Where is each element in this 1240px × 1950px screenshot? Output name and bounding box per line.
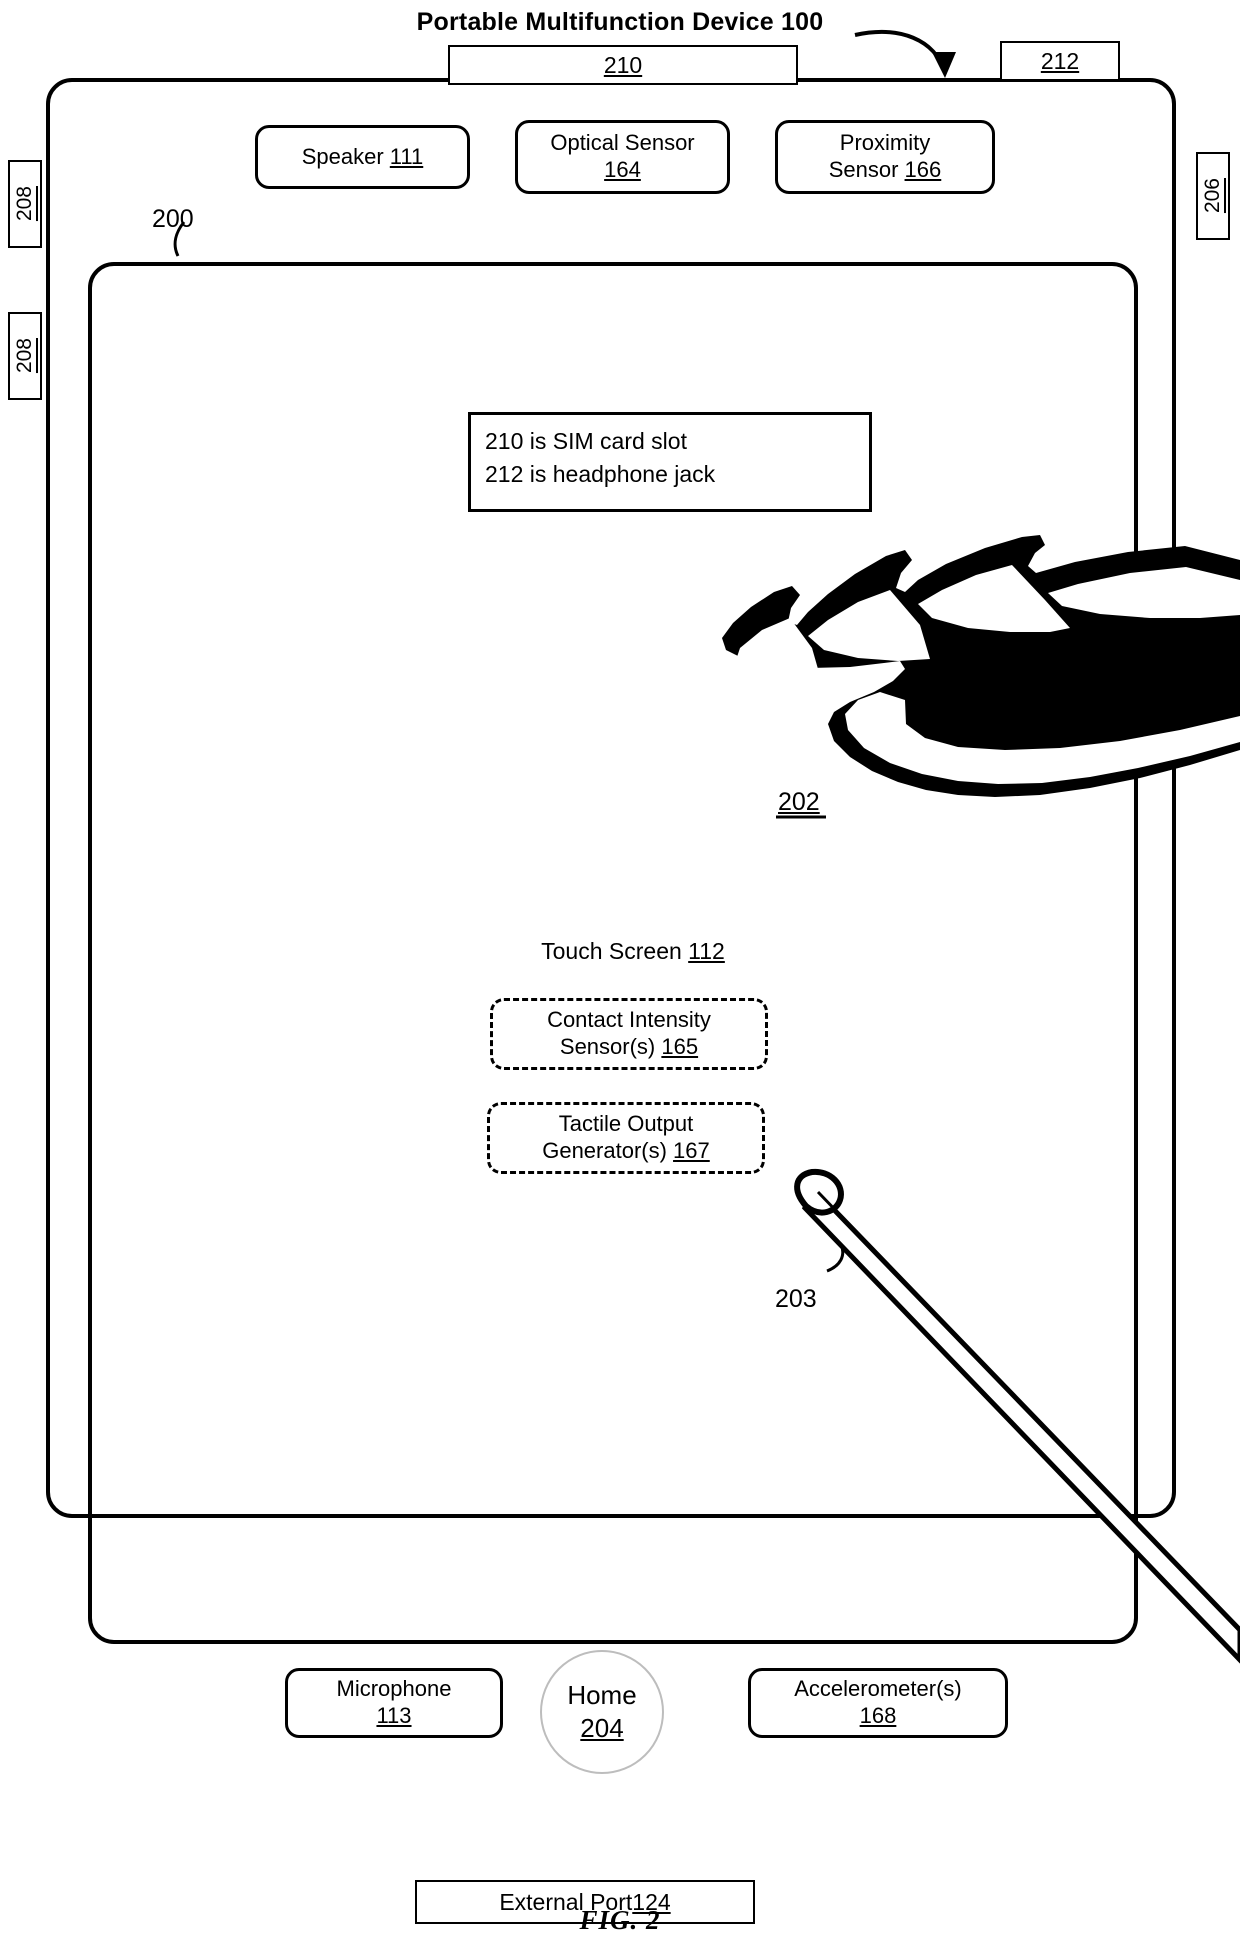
side-tab-208-upper: 208 <box>8 160 42 248</box>
microphone-number: 113 <box>376 1703 412 1728</box>
touch-screen-label: Touch Screen 112 <box>508 938 758 965</box>
tactile-output-line2: Generator(s) <box>542 1138 674 1163</box>
touch-screen-label-text: Touch Screen <box>541 938 689 964</box>
microphone-callout: Microphone 113 <box>285 1668 503 1738</box>
reference-numeral-202: 202 <box>778 788 820 816</box>
title-leader-line <box>854 29 947 73</box>
proximity-sensor-label-line1: Proximity <box>839 130 931 156</box>
contact-intensity-sensor-callout: Contact Intensity Sensor(s) 165 <box>490 998 768 1070</box>
speaker-callout: Speaker 111 <box>255 125 470 189</box>
side-tab-208-lower-label: 208 <box>13 338 36 374</box>
optical-sensor-number: 164 <box>604 157 641 182</box>
tactile-output-line1: Tactile Output <box>558 1111 694 1137</box>
headphone-jack-tab: 212 <box>1000 41 1120 81</box>
note-line-1: 210 is SIM card slot <box>485 428 687 454</box>
figure-page: Portable Multifunction Device 100 210 21… <box>0 0 1240 1950</box>
side-tab-206-label: 206 <box>1201 178 1224 214</box>
accelerometer-number: 168 <box>859 1703 897 1728</box>
proximity-sensor-label-line2: Sensor <box>828 157 905 182</box>
figure-title: Portable Multifunction Device 100 <box>416 8 824 36</box>
reference-numeral-200: 200 <box>152 205 194 233</box>
note-line-2: 212 is headphone jack <box>485 460 716 487</box>
tactile-output-number: 167 <box>673 1138 710 1163</box>
sim-card-slot-tab: 210 <box>448 45 798 85</box>
figure-caption: FIG. 2 <box>579 1905 661 1935</box>
annotation-note-box: 210 is SIM card slot 212 is headphone ja… <box>468 412 872 512</box>
speaker-label: Speaker <box>301 143 390 169</box>
optical-sensor-label: Optical Sensor <box>550 130 695 156</box>
home-button[interactable]: Home 204 <box>540 1650 664 1774</box>
accelerometer-callout: Accelerometer(s) 168 <box>748 1668 1008 1738</box>
side-tab-208-lower: 208 <box>8 312 42 400</box>
proximity-sensor-number: 166 <box>904 157 942 182</box>
proximity-sensor-callout: Proximity Sensor 166 <box>775 120 995 194</box>
microphone-label: Microphone <box>336 1676 452 1702</box>
tactile-output-generator-callout: Tactile Output Generator(s) 167 <box>487 1102 765 1174</box>
speaker-number: 111 <box>389 143 424 169</box>
contact-intensity-line1: Contact Intensity <box>547 1007 711 1033</box>
contact-intensity-number: 165 <box>661 1034 699 1059</box>
reference-numeral-203: 203 <box>775 1285 817 1313</box>
touch-screen-number: 112 <box>688 938 725 964</box>
home-button-number: 204 <box>580 1713 624 1743</box>
optical-sensor-callout: Optical Sensor 164 <box>515 120 730 194</box>
side-tab-208-upper-label: 208 <box>13 186 36 222</box>
headphone-jack-tab-label: 212 <box>1040 47 1080 74</box>
sim-card-slot-tab-label: 210 <box>603 51 643 78</box>
home-button-label: Home <box>567 1679 637 1710</box>
side-tab-206: 206 <box>1196 152 1230 240</box>
contact-intensity-line2: Sensor(s) <box>559 1034 662 1059</box>
accelerometer-label: Accelerometer(s) <box>794 1676 962 1702</box>
title-leader-arrowhead <box>932 52 956 78</box>
